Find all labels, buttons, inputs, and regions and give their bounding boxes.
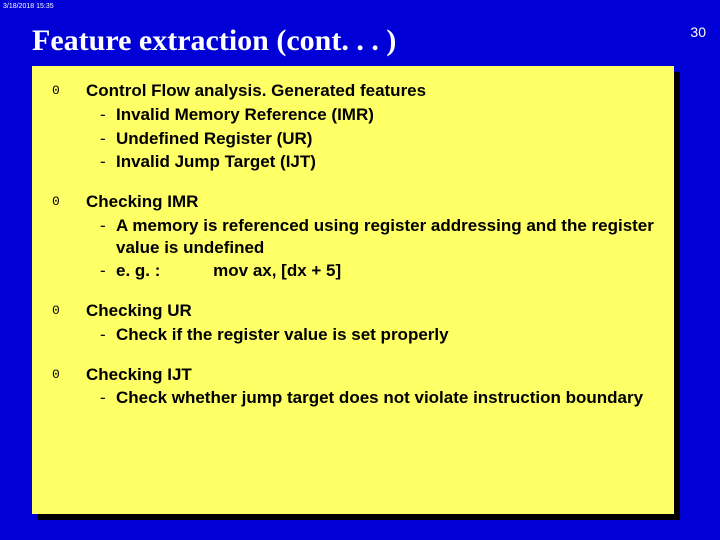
sub-text: Check whether jump target does not viola…	[116, 387, 654, 409]
dash-icon: -	[86, 128, 116, 150]
sub-item: - Check whether jump target does not vio…	[86, 387, 654, 409]
sub-text: Check if the register value is set prope…	[116, 324, 654, 346]
timestamp: 3/18/2018 15:35	[3, 3, 54, 10]
bullet-icon: 0	[52, 300, 86, 346]
item-body: Checking UR - Check if the register valu…	[86, 300, 654, 346]
dash-icon: -	[86, 260, 116, 282]
sub-text: Invalid Jump Target (IJT)	[116, 151, 654, 173]
item-body: Checking IJT - Check whether jump target…	[86, 364, 654, 410]
slide-number: 30	[690, 24, 706, 40]
bullet-icon: 0	[52, 80, 86, 173]
sub-item: - Invalid Jump Target (IJT)	[86, 151, 654, 173]
dash-icon: -	[86, 215, 116, 259]
content-panel: 0 Control Flow analysis. Generated featu…	[32, 66, 674, 514]
sub-item: - Invalid Memory Reference (IMR)	[86, 104, 654, 126]
sub-text: Invalid Memory Reference (IMR)	[116, 104, 654, 126]
dash-icon: -	[86, 387, 116, 409]
list-item: 0 Control Flow analysis. Generated featu…	[52, 80, 654, 173]
dash-icon: -	[86, 324, 116, 346]
eg-label: e. g. :	[116, 261, 160, 280]
list-item: 0 Checking UR - Check if the register va…	[52, 300, 654, 346]
dash-icon: -	[86, 104, 116, 126]
sub-text: Undefined Register (UR)	[116, 128, 654, 150]
item-head: Checking IJT	[86, 364, 654, 386]
item-head: Checking IMR	[86, 191, 654, 213]
bullet-icon: 0	[52, 191, 86, 282]
sub-item: - Undefined Register (UR)	[86, 128, 654, 150]
dash-icon: -	[86, 151, 116, 173]
item-head: Control Flow analysis. Generated feature…	[86, 80, 654, 102]
sub-text: A memory is referenced using register ad…	[116, 215, 654, 259]
item-head: Checking UR	[86, 300, 654, 322]
page-title: Feature extraction (cont. . . )	[32, 24, 396, 58]
list-item: 0 Checking IJT - Check whether jump targ…	[52, 364, 654, 410]
item-body: Control Flow analysis. Generated feature…	[86, 80, 654, 173]
list-item: 0 Checking IMR - A memory is referenced …	[52, 191, 654, 282]
sub-item: - Check if the register value is set pro…	[86, 324, 654, 346]
sub-text: e. g. : mov ax, [dx + 5]	[116, 260, 654, 282]
item-body: Checking IMR - A memory is referenced us…	[86, 191, 654, 282]
sub-item: - A memory is referenced using register …	[86, 215, 654, 259]
bullet-icon: 0	[52, 364, 86, 410]
eg-code: mov ax, [dx + 5]	[213, 260, 341, 282]
sub-item: - e. g. : mov ax, [dx + 5]	[86, 260, 654, 282]
